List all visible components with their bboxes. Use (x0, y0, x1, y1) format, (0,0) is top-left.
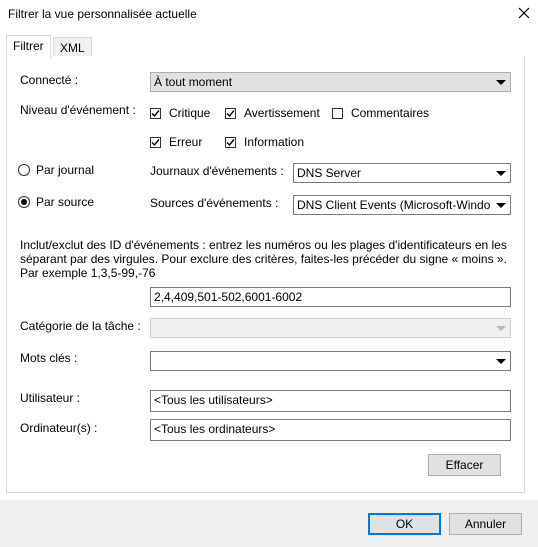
tab-filtrer[interactable]: Filtrer (6, 35, 51, 58)
by-log-label: Par journal (36, 163, 95, 177)
event-logs-dropdown-button[interactable] (492, 165, 509, 181)
by-log-option[interactable]: Par journal (18, 163, 94, 177)
connected-label: Connecté : (20, 73, 79, 87)
event-ids-description-line: séparant par des virgules. Pour exclure … (20, 252, 507, 266)
by-log-radio[interactable] (18, 164, 30, 176)
clear-button[interactable]: Effacer (428, 454, 501, 476)
user-value: <Tous les utilisateurs> (154, 393, 273, 407)
event-logs-label: Journaux d'événements : (150, 164, 284, 178)
computer-value: <Tous les ordinateurs> (154, 422, 276, 436)
critique-checkbox[interactable] (150, 107, 161, 119)
connected-dropdown[interactable]: À tout moment (150, 72, 511, 92)
information-checkbox[interactable] (225, 136, 236, 148)
by-source-radio[interactable] (18, 196, 30, 208)
commentaires-checkbox[interactable] (332, 107, 343, 119)
event-logs-value: DNS Server (297, 166, 362, 180)
chevron-down-icon (495, 170, 506, 176)
task-category-label: Catégorie de la tâche : (20, 319, 141, 333)
erreur-label: Erreur (169, 135, 203, 149)
task-category-dropdown[interactable] (150, 318, 511, 338)
checkmark-icon (151, 109, 160, 117)
computer-input[interactable]: <Tous les ordinateurs> (150, 419, 511, 441)
close-button[interactable] (514, 2, 534, 24)
level-commentaires[interactable]: Commentaires (332, 106, 429, 120)
chevron-down-icon (495, 358, 506, 364)
chevron-down-icon (495, 79, 506, 85)
level-erreur[interactable]: Erreur (150, 135, 202, 149)
close-icon (518, 7, 530, 19)
by-source-option[interactable]: Par source (18, 195, 94, 209)
level-information[interactable]: Information (225, 135, 304, 149)
avertissement-checkbox[interactable] (225, 107, 236, 119)
level-label: Niveau d'événement : (20, 103, 136, 117)
keywords-dropdown-button[interactable] (492, 353, 509, 369)
radio-selected-dot (21, 199, 27, 205)
cancel-button[interactable]: Annuler (449, 513, 522, 535)
checkmark-icon (226, 138, 235, 146)
event-ids-description-line: Inclut/exclut des ID d'événements : entr… (20, 238, 507, 252)
ok-button[interactable]: OK (368, 513, 441, 535)
commentaires-label: Commentaires (351, 106, 430, 120)
event-ids-input[interactable]: 2,4,409,501-502,6001-6002 (150, 287, 511, 307)
keywords-label: Mots clés : (20, 351, 78, 365)
by-source-label: Par source (36, 195, 95, 209)
computer-label: Ordinateur(s) : (20, 421, 98, 435)
level-critique[interactable]: Critique (150, 106, 210, 120)
user-label: Utilisateur : (20, 391, 81, 405)
event-ids-value: 2,4,409,501-502,6001-6002 (154, 290, 303, 304)
event-ids-description-line: Par exemple 1,3,5-99,-76 (20, 266, 156, 280)
keywords-dropdown[interactable] (150, 351, 511, 371)
information-label: Information (244, 135, 305, 149)
critique-label: Critique (169, 106, 211, 120)
event-sources-label: Sources d'événements : (150, 196, 279, 210)
user-input[interactable]: <Tous les utilisateurs> (150, 390, 511, 412)
event-sources-value: DNS Client Events (Microsoft-Windo (297, 198, 491, 212)
connected-dropdown-button[interactable] (492, 74, 509, 90)
checkmark-icon (151, 138, 160, 146)
checkmark-icon (226, 109, 235, 117)
event-sources-dropdown[interactable]: DNS Client Events (Microsoft-Windo (293, 195, 511, 215)
task-category-dropdown-button[interactable] (492, 320, 509, 336)
avertissement-label: Avertissement (244, 106, 320, 120)
event-logs-dropdown[interactable]: DNS Server (293, 163, 511, 183)
connected-value: À tout moment (154, 75, 233, 89)
chevron-down-icon (495, 325, 506, 331)
tab-xml[interactable]: XML (53, 37, 92, 58)
chevron-down-icon (495, 202, 506, 208)
event-ids-description: Inclut/exclut des ID d'événements : entr… (20, 238, 515, 280)
event-sources-dropdown-button[interactable] (492, 197, 509, 213)
level-avertissement[interactable]: Avertissement (225, 106, 320, 120)
window-title: Filtrer la vue personnalisée actuelle (8, 7, 197, 21)
erreur-checkbox[interactable] (150, 136, 161, 148)
